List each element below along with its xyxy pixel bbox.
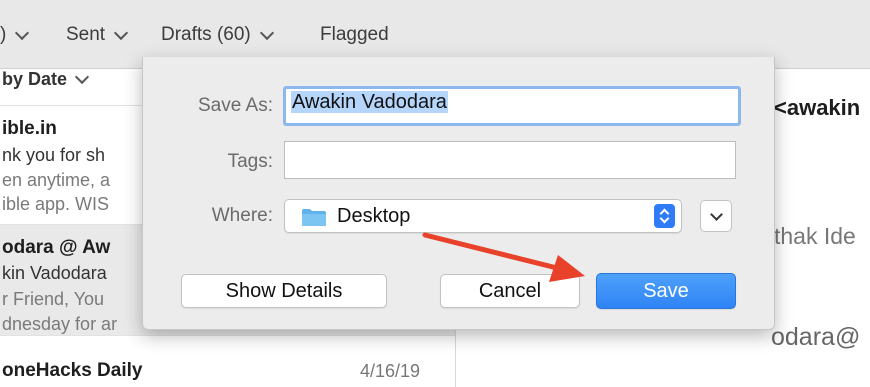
mail-window: ) Sent Drafts (60) Flagged by Date ible.… [0, 0, 870, 387]
save-as-label: Save As: [198, 95, 273, 116]
show-details-button[interactable]: Show Details [181, 274, 387, 308]
message-subject: nk you for sh [2, 145, 106, 165]
chevron-down-icon [114, 25, 129, 40]
up-down-stepper-icon [654, 204, 675, 228]
chevron-down-icon [710, 208, 723, 221]
message-sender: ible.in [2, 118, 57, 139]
recipient-email: odara@ [771, 323, 861, 351]
message-preview: en anytime, a [2, 170, 111, 190]
message-sender: odara @ Aw [2, 237, 111, 258]
favorite-sent[interactable]: Sent [66, 24, 129, 46]
favorite-mailboxes-label: ) [0, 24, 7, 45]
message-date: 4/16/19 [360, 361, 421, 381]
folder-icon [302, 209, 326, 226]
message-preview: ible app. WIS [2, 194, 110, 214]
tags-field[interactable] [284, 141, 736, 179]
sort-button[interactable]: by Date [2, 69, 90, 90]
chevron-down-icon [74, 69, 90, 85]
tags-label: Tags: [227, 151, 273, 172]
expand-button[interactable] [700, 200, 732, 232]
favorite-sent-label: Sent [66, 24, 106, 45]
favorite-mailboxes[interactable]: ) [0, 24, 30, 46]
chevron-down-icon [259, 25, 274, 40]
message-sender: oneHacks Daily [2, 360, 143, 381]
sort-label: by Date [2, 69, 68, 89]
list-item[interactable]: oneHacks Daily 4/16/19 [0, 336, 455, 387]
cancel-button[interactable]: Cancel [440, 274, 580, 308]
where-popup[interactable]: Desktop [284, 199, 682, 233]
favorite-flagged-label: Flagged [320, 24, 389, 45]
message-preview: dnesday for ar [2, 314, 118, 334]
where-value: Desktop [337, 205, 411, 227]
message-preview: r Friend, You [2, 289, 105, 309]
recipient-name: thak Ide [774, 223, 856, 249]
save-dialog: Save As: Awakin Vadodara Tags: Where: De… [142, 57, 775, 330]
save-as-field[interactable]: Awakin Vadodara [283, 86, 741, 126]
where-label: Where: [211, 205, 273, 226]
from-address: <awakin [774, 95, 861, 120]
chevron-down-icon [15, 25, 30, 40]
favorite-drafts-label: Drafts (60) [161, 24, 251, 45]
save-button[interactable]: Save [596, 273, 736, 309]
save-as-value: Awakin Vadodara [291, 91, 448, 113]
favorite-drafts[interactable]: Drafts (60) [161, 24, 274, 46]
favorite-flagged[interactable]: Flagged [320, 24, 389, 46]
message-subject: kin Vadodara [2, 263, 107, 283]
